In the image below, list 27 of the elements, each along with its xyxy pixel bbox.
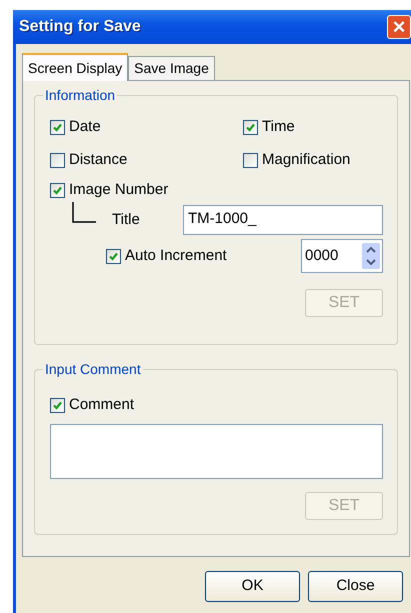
checkbox-label[interactable]: Date — [69, 116, 101, 138]
checkbox[interactable] — [50, 398, 65, 412]
checkbox-label[interactable]: Distance — [69, 148, 128, 172]
dialog-button[interactable]: Close — [308, 571, 403, 602]
spin-arrows-icon[interactable] — [362, 243, 380, 269]
checkbox[interactable] — [243, 152, 258, 168]
checkbox-label[interactable]: Magnification — [262, 148, 350, 172]
checkbox-label[interactable]: Auto Increment — [125, 244, 227, 268]
spinner-value: 0000 — [305, 246, 338, 266]
checkbox[interactable] — [50, 182, 65, 198]
checkbox-label[interactable]: Comment — [69, 394, 134, 416]
checkbox-label[interactable]: Image Number — [69, 178, 168, 202]
checkbox[interactable] — [106, 248, 121, 264]
tab[interactable]: Screen Display — [22, 53, 128, 81]
tree-connector-icon — [72, 202, 99, 224]
title-label: Title — [112, 210, 141, 230]
comment-field[interactable] — [50, 424, 383, 479]
window-title: Setting for Save — [19, 17, 141, 37]
close-button[interactable]: × — [387, 15, 411, 39]
checkbox[interactable] — [243, 120, 258, 134]
title-field[interactable]: TM-1000_ — [183, 205, 383, 235]
tab[interactable]: Save Image — [128, 56, 215, 80]
checkbox-label[interactable]: Time — [262, 116, 295, 138]
checkbox[interactable] — [50, 120, 65, 134]
auto-increment-spinner[interactable]: 0000 — [301, 239, 383, 273]
checkbox[interactable] — [50, 152, 65, 168]
dialog-button[interactable]: OK — [205, 571, 300, 602]
